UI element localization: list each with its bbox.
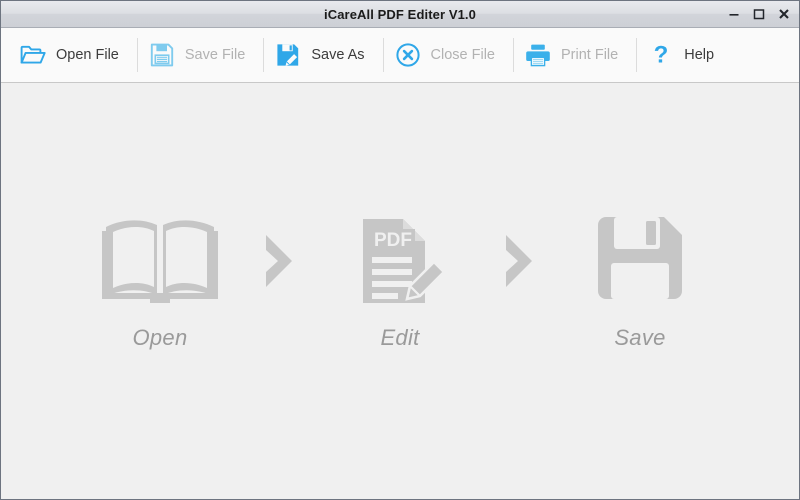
toolbar-separator bbox=[636, 38, 638, 72]
printer-icon bbox=[524, 41, 552, 69]
maximize-button[interactable] bbox=[752, 7, 766, 21]
close-file-button[interactable]: Close File bbox=[388, 32, 509, 78]
minimize-button[interactable] bbox=[727, 7, 741, 21]
open-file-button[interactable]: Open File bbox=[13, 32, 133, 78]
workflow-step-edit-label: Edit bbox=[380, 325, 420, 350]
pdf-document-pencil-icon: PDF bbox=[357, 213, 443, 309]
open-file-label: Open File bbox=[56, 47, 119, 63]
workflow-graphic: Open PDF Edit Save bbox=[85, 213, 715, 351]
save-as-button[interactable]: Save As bbox=[268, 32, 378, 78]
svg-text:?: ? bbox=[654, 42, 669, 69]
open-book-icon bbox=[102, 213, 218, 309]
print-file-button[interactable]: Print File bbox=[518, 32, 632, 78]
title-bar[interactable]: iCareAll PDF Editer V1.0 bbox=[1, 1, 799, 28]
toolbar-separator bbox=[382, 38, 384, 72]
save-file-label: Save File bbox=[184, 47, 246, 63]
pdf-badge-text: PDF bbox=[374, 230, 412, 251]
application-window: iCareAll PDF Editer V1.0 Open File Save … bbox=[0, 0, 800, 500]
help-label: Help bbox=[684, 47, 715, 63]
workflow-step-open[interactable]: Open bbox=[85, 213, 235, 351]
chevron-right-icon bbox=[235, 213, 325, 309]
window-title: iCareAll PDF Editer V1.0 bbox=[324, 6, 476, 22]
floppy-disk-icon bbox=[594, 213, 686, 309]
circle-x-icon bbox=[394, 41, 422, 69]
floppy-pencil-icon bbox=[274, 41, 302, 69]
toolbar-separator bbox=[263, 38, 265, 72]
content-area: Open PDF Edit Save bbox=[1, 83, 799, 499]
print-file-label: Print File bbox=[561, 47, 619, 63]
open-folder-icon bbox=[19, 41, 47, 69]
chevron-right-icon bbox=[475, 213, 565, 309]
window-controls bbox=[727, 1, 791, 27]
save-file-button[interactable]: Save File bbox=[142, 32, 259, 78]
close-file-label: Close File bbox=[430, 47, 495, 63]
question-mark-icon: ? bbox=[647, 41, 675, 69]
toolbar: Open File Save File Save As Close File P… bbox=[1, 28, 799, 83]
toolbar-separator bbox=[513, 38, 514, 72]
workflow-step-edit[interactable]: PDF Edit bbox=[325, 213, 475, 351]
workflow-step-save[interactable]: Save bbox=[565, 213, 715, 351]
floppy-disk-icon bbox=[148, 41, 176, 69]
help-button[interactable]: ? Help bbox=[641, 32, 728, 78]
close-button[interactable] bbox=[777, 7, 791, 21]
workflow-step-save-label: Save bbox=[614, 325, 666, 350]
workflow-step-open-label: Open bbox=[132, 325, 188, 350]
save-as-label: Save As bbox=[311, 47, 365, 63]
toolbar-separator bbox=[136, 38, 138, 72]
